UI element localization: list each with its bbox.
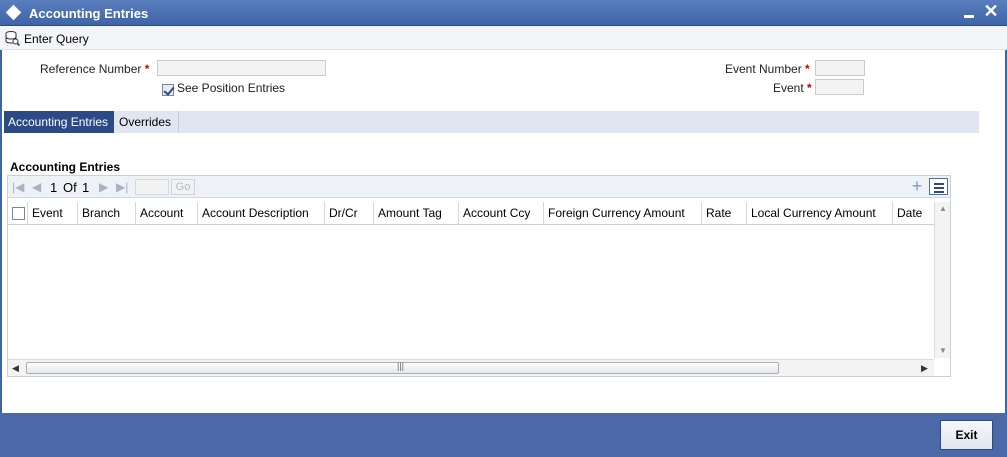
tab-accounting-entries[interactable]: Accounting Entries [4, 111, 114, 133]
column-header[interactable]: Account [136, 202, 198, 225]
exit-button[interactable]: Exit [940, 420, 993, 450]
enter-query-icon[interactable] [4, 30, 20, 46]
event-label: Event * [773, 81, 812, 95]
section-title: Accounting Entries [10, 160, 121, 174]
reference-number-label-text: Reference Number [40, 62, 142, 76]
select-all-checkbox[interactable] [12, 207, 25, 220]
next-page-icon[interactable]: ▶ [99, 180, 108, 194]
minimize-icon[interactable] [962, 6, 976, 20]
column-header[interactable]: Foreign Currency Amount [544, 202, 702, 225]
column-header[interactable]: Event [28, 202, 78, 225]
horizontal-scroll-thumb[interactable]: ||| [26, 361, 779, 374]
tab-overrides[interactable]: Overrides [115, 111, 179, 133]
footer-bar: Exit [0, 413, 1007, 457]
horizontal-scrollbar[interactable]: ◀ ||| ▶ [8, 359, 934, 376]
page-of-label: Of [63, 180, 77, 195]
close-icon[interactable]: ✕ [983, 2, 999, 20]
event-number-input[interactable] [815, 60, 865, 76]
window-title: Accounting Entries [29, 6, 149, 21]
scroll-right-icon[interactable]: ▶ [921, 363, 928, 374]
reference-number-label: Reference Number * [40, 62, 149, 76]
column-header[interactable]: Amount Tag [374, 202, 459, 225]
window-titlebar: Accounting Entries ✕ [0, 0, 1007, 26]
select-all-cell [8, 202, 28, 225]
required-marker: * [144, 62, 150, 76]
column-header[interactable]: Local Currency Amount [747, 202, 893, 225]
column-header[interactable]: Account Description [198, 202, 325, 225]
column-header[interactable]: Rate [702, 202, 747, 225]
event-number-label-text: Event Number [725, 62, 802, 76]
column-header[interactable]: Branch [78, 202, 136, 225]
see-position-entries-label: See Position Entries [177, 81, 286, 95]
grid-header: Event Branch Account Account Description… [8, 202, 934, 225]
scroll-left-icon[interactable]: ◀ [12, 363, 19, 374]
previous-page-icon[interactable]: ◀ [32, 180, 41, 194]
required-marker: * [807, 81, 812, 95]
scroll-down-icon[interactable]: ▼ [939, 346, 947, 355]
grid-pager: |◀ ◀ 1 Of 1 ▶ ▶| Go + [8, 176, 950, 198]
window-logo-icon [5, 4, 22, 21]
see-position-entries-checkbox[interactable] [162, 84, 174, 96]
tab-bar: Accounting Entries Overrides [4, 111, 979, 133]
event-label-text: Event [773, 81, 804, 95]
go-to-page-input[interactable] [135, 179, 169, 195]
event-number-label: Event Number * [725, 62, 810, 76]
view-details-icon[interactable] [929, 178, 948, 195]
first-page-icon[interactable]: |◀ [12, 180, 24, 194]
go-button[interactable]: Go [171, 179, 195, 195]
enter-query-button[interactable]: Enter Query [24, 32, 89, 46]
required-marker: * [805, 62, 810, 76]
toolbar: Enter Query [0, 26, 1007, 50]
column-header[interactable]: Dr/Cr [325, 202, 374, 225]
vertical-scrollbar[interactable]: ▲ ▼ [934, 202, 950, 358]
last-page-icon[interactable]: ▶| [116, 180, 128, 194]
scroll-grip-icon: ||| [397, 361, 405, 371]
accounting-entries-grid: |◀ ◀ 1 Of 1 ▶ ▶| Go + Event Branch Accou… [7, 175, 951, 377]
total-pages: 1 [82, 180, 90, 195]
column-header[interactable]: Date [893, 202, 934, 225]
add-row-icon[interactable]: + [909, 177, 925, 195]
reference-number-input[interactable] [157, 60, 326, 76]
current-page-number: 1 [50, 180, 58, 195]
event-input[interactable] [815, 79, 864, 95]
column-header[interactable]: Account Ccy [459, 202, 544, 225]
scroll-up-icon[interactable]: ▲ [939, 204, 947, 213]
